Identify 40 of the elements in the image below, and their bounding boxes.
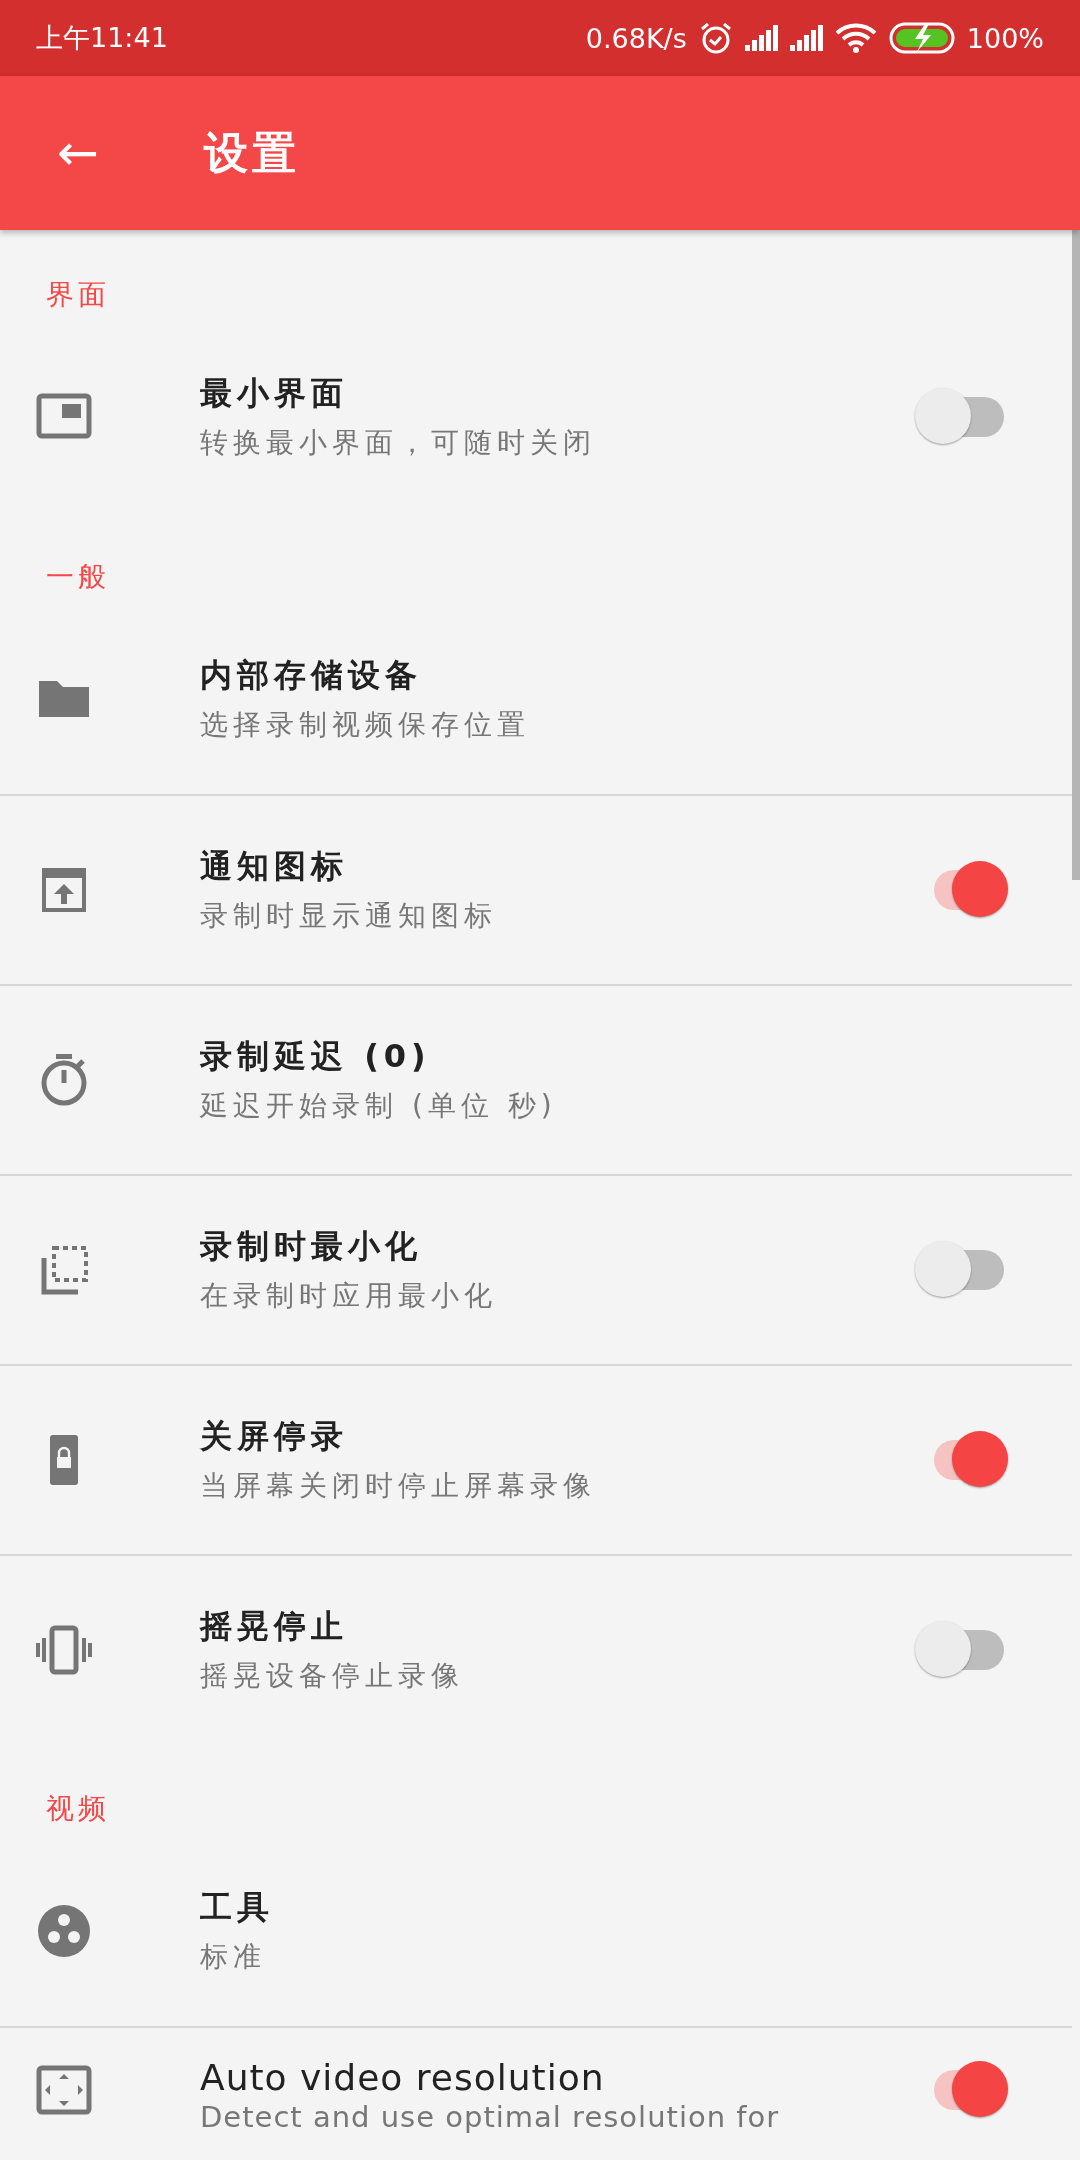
setting-title: 录制延迟 (0): [200, 1036, 431, 1077]
setting-row[interactable]: 通知图标 录制时显示通知图标: [0, 794, 1072, 984]
battery-percent: 100%: [966, 22, 1044, 54]
setting-description: 转换最小界面，可随时关闭: [200, 425, 596, 461]
battery-charging-icon: [888, 22, 955, 54]
setting-description: 标准: [200, 1939, 266, 1975]
setting-row[interactable]: 录制延迟 (0) 延迟开始录制 (单位 秒): [0, 984, 1072, 1174]
setting-row[interactable]: 摇晃停止 摇晃设备停止录像: [0, 1554, 1072, 1744]
setting-row[interactable]: 内部存储设备 选择录制视频保存位置: [0, 604, 1072, 794]
setting-row[interactable]: 关屏停录 当屏幕关闭时停止屏幕录像: [0, 1364, 1072, 1554]
setting-row[interactable]: 录制时最小化 在录制时应用最小化: [0, 1174, 1072, 1364]
setting-title: 关屏停录: [200, 1416, 348, 1457]
setting-description: 选择录制视频保存位置: [200, 707, 530, 743]
setting-description: 当屏幕关闭时停止屏幕录像: [200, 1468, 596, 1504]
signal-icon: [744, 25, 778, 51]
setting-title: 工具: [200, 1887, 274, 1928]
setting-row[interactable]: 最小界面 转换最小界面，可随时关闭: [0, 322, 1072, 512]
setting-description: Detect and use optimal resolution for: [200, 2099, 780, 2134]
signal-icon: [789, 25, 823, 51]
network-speed: 0.68K/s: [585, 22, 687, 54]
wifi-icon: [834, 23, 877, 53]
alarm-icon: [698, 21, 733, 55]
setting-title: 最小界面: [200, 373, 348, 414]
setting-title: 内部存储设备: [200, 655, 422, 696]
section-header: 界面: [46, 277, 110, 313]
setting-description: 摇晃设备停止录像: [200, 1658, 464, 1694]
section-header: 一般: [46, 559, 110, 595]
setting-description: 在录制时应用最小化: [200, 1278, 497, 1314]
section-header: 视频: [46, 1791, 110, 1827]
setting-title: 通知图标: [200, 846, 348, 887]
status-time: 上午11:41: [36, 21, 168, 55]
setting-description: 延迟开始录制 (单位 秒): [200, 1088, 557, 1124]
setting-title: Auto video resolution: [200, 2056, 605, 2098]
setting-row[interactable]: 工具 标准: [0, 1836, 1072, 2026]
back-button[interactable]: ←: [0, 124, 156, 182]
setting-description: 录制时显示通知图标: [200, 898, 497, 934]
setting-title: 摇晃停止: [200, 1606, 348, 1647]
screen-title: 设置: [204, 125, 300, 180]
setting-title: 录制时最小化: [200, 1226, 422, 1267]
setting-row[interactable]: Auto video resolution Detect and use optimal resolution for: [0, 2026, 1072, 2152]
